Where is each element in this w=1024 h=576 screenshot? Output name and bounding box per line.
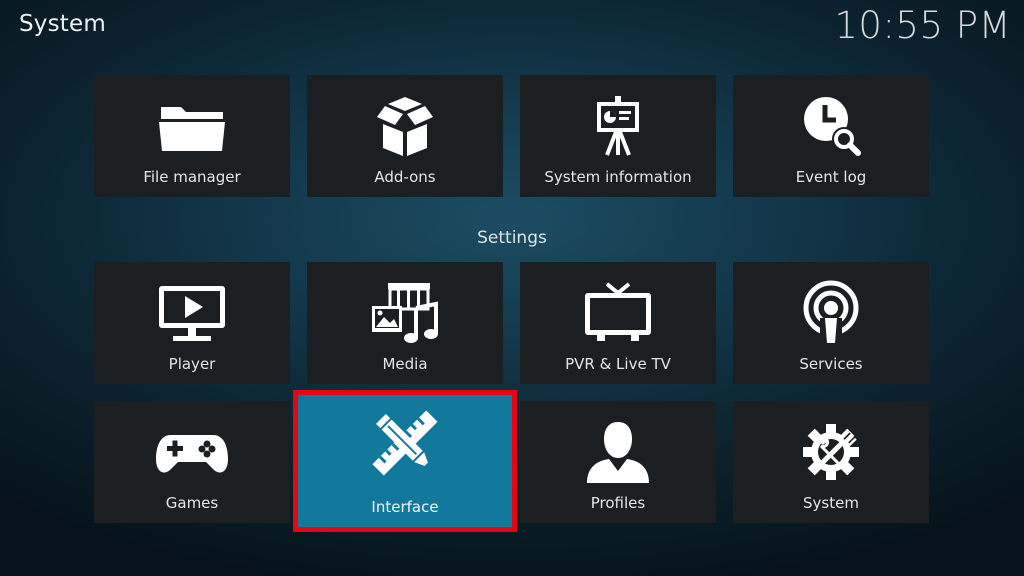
pencil-ruler-icon	[297, 410, 513, 476]
games-tile[interactable]: Games	[94, 401, 290, 523]
tile-label: Interface	[371, 498, 439, 516]
clock-magnifier-icon	[733, 93, 929, 159]
tile-label: System information	[544, 168, 692, 186]
gamepad-icon	[94, 419, 290, 485]
page-title: System	[19, 11, 106, 37]
monitor-play-icon	[94, 280, 290, 346]
person-icon	[520, 419, 716, 485]
tile-label: Services	[799, 355, 863, 373]
tile-label: File manager	[143, 168, 241, 186]
services-tile[interactable]: Services	[733, 262, 929, 384]
interface-tile[interactable]: Interface	[297, 394, 513, 528]
player-tile[interactable]: Player	[94, 262, 290, 384]
tile-label: Profiles	[590, 494, 646, 512]
media-library-icon	[307, 280, 503, 346]
broadcast-icon	[733, 280, 929, 346]
tile-label: Add-ons	[374, 168, 436, 186]
tile-label: PVR & Live TV	[565, 355, 671, 373]
tv-antenna-icon	[520, 280, 716, 346]
tile-label: Media	[382, 355, 428, 373]
system-information-tile[interactable]: System information	[520, 75, 716, 197]
gear-tools-icon	[733, 419, 929, 485]
system-tile[interactable]: System	[733, 401, 929, 523]
media-tile[interactable]: Media	[307, 262, 503, 384]
tile-label: Player	[168, 355, 216, 373]
file-manager-tile[interactable]: File manager	[94, 75, 290, 197]
tile-label: Games	[165, 494, 219, 512]
open-box-icon	[307, 93, 503, 159]
folder-icon	[94, 93, 290, 159]
profiles-tile[interactable]: Profiles	[520, 401, 716, 523]
presentation-easel-icon	[520, 93, 716, 159]
settings-heading: Settings	[477, 228, 547, 248]
tile-label: System	[803, 494, 859, 512]
clock: 10:55 PM	[834, 4, 1011, 47]
tile-label: Event log	[795, 168, 867, 186]
event-log-tile[interactable]: Event log	[733, 75, 929, 197]
pvr-live-tv-tile[interactable]: PVR & Live TV	[520, 262, 716, 384]
add-ons-tile[interactable]: Add-ons	[307, 75, 503, 197]
